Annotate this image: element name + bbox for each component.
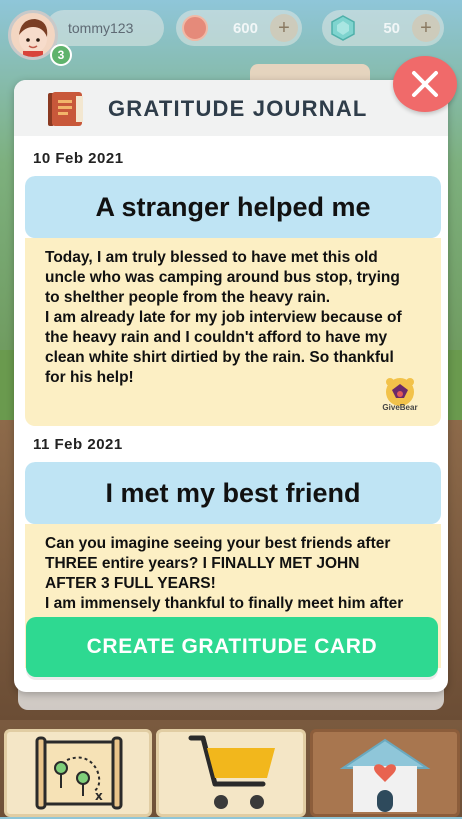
top-status-bar: tommy123 3 600 + 50 + (0, 0, 462, 66)
journal-book-icon (48, 92, 83, 126)
nav-tab-home[interactable] (310, 729, 460, 817)
entry-line: Can you imagine seeing your best friends… (45, 535, 391, 552)
entry-line: I am already late for my job interview b… (45, 309, 402, 326)
modal-header: GRATITUDE JOURNAL (14, 80, 448, 136)
entry-line: to shelther people from the heavy rain. (45, 289, 331, 306)
svg-text:x: x (95, 789, 103, 803)
entry-line: THREE entire years? I FINALLY MET JOHN (45, 555, 360, 572)
close-icon (412, 71, 438, 97)
home-heart-icon (339, 738, 431, 812)
username-pill[interactable]: tommy123 (46, 10, 164, 46)
gem-icon (331, 15, 355, 41)
coins-pill: 600 + (176, 10, 302, 46)
coins-value: 600 (232, 19, 258, 37)
level-badge: 3 (50, 44, 72, 66)
entry-line: clean white shirt dirtied by the rain. S… (45, 349, 394, 366)
bottom-navigation: x (0, 727, 462, 817)
entry-line: the heavy rain and I couldn't afford to … (45, 329, 388, 346)
givebear-stamp: GiveBear (379, 376, 421, 418)
entry-body: Today, I am truly blessed to have met th… (25, 238, 441, 426)
entry-date: 10 Feb 2021 (33, 150, 124, 167)
modal-title: GRATITUDE JOURNAL (108, 96, 368, 121)
add-coins-button[interactable]: + (270, 14, 298, 42)
entry-heading: A stranger helped me (25, 176, 441, 238)
username-label: tommy123 (68, 20, 134, 36)
create-gratitude-card-button[interactable]: CREATE GRATITUDE CARD (26, 617, 438, 677)
add-gems-button[interactable]: + (412, 14, 440, 42)
gems-value: 50 (383, 19, 400, 37)
coin-icon (182, 15, 208, 41)
entry-line: uncle who was camping around bus stop, t… (45, 269, 400, 286)
gems-pill: 50 + (322, 10, 444, 46)
entry-line: Today, I am truly blessed to have met th… (45, 249, 378, 266)
close-button[interactable] (393, 56, 457, 112)
map-icon: x (35, 736, 123, 810)
entry-line: AFTER 3 FULL YEARS! (45, 575, 216, 592)
avatar-face-icon (19, 19, 48, 57)
journal-entry-card[interactable]: A stranger helped me Today, I am truly b… (25, 176, 441, 426)
journal-entries-list[interactable]: 10 Feb 2021 A stranger helped me Today, … (24, 142, 454, 668)
givebear-label: GiveBear (382, 403, 418, 412)
shopping-cart-icon (188, 735, 275, 809)
entry-date: 11 Feb 2021 (33, 436, 123, 453)
nav-tab-shop[interactable] (156, 729, 306, 817)
nav-tab-map[interactable]: x (4, 729, 152, 817)
entry-heading: I met my best friend (25, 462, 441, 524)
entry-line: for his help! (45, 369, 134, 386)
entry-line: I am immensely thankful to finally meet … (45, 595, 404, 612)
gratitude-journal-modal: GRATITUDE JOURNAL 10 Feb 2021 A stranger… (14, 80, 448, 692)
